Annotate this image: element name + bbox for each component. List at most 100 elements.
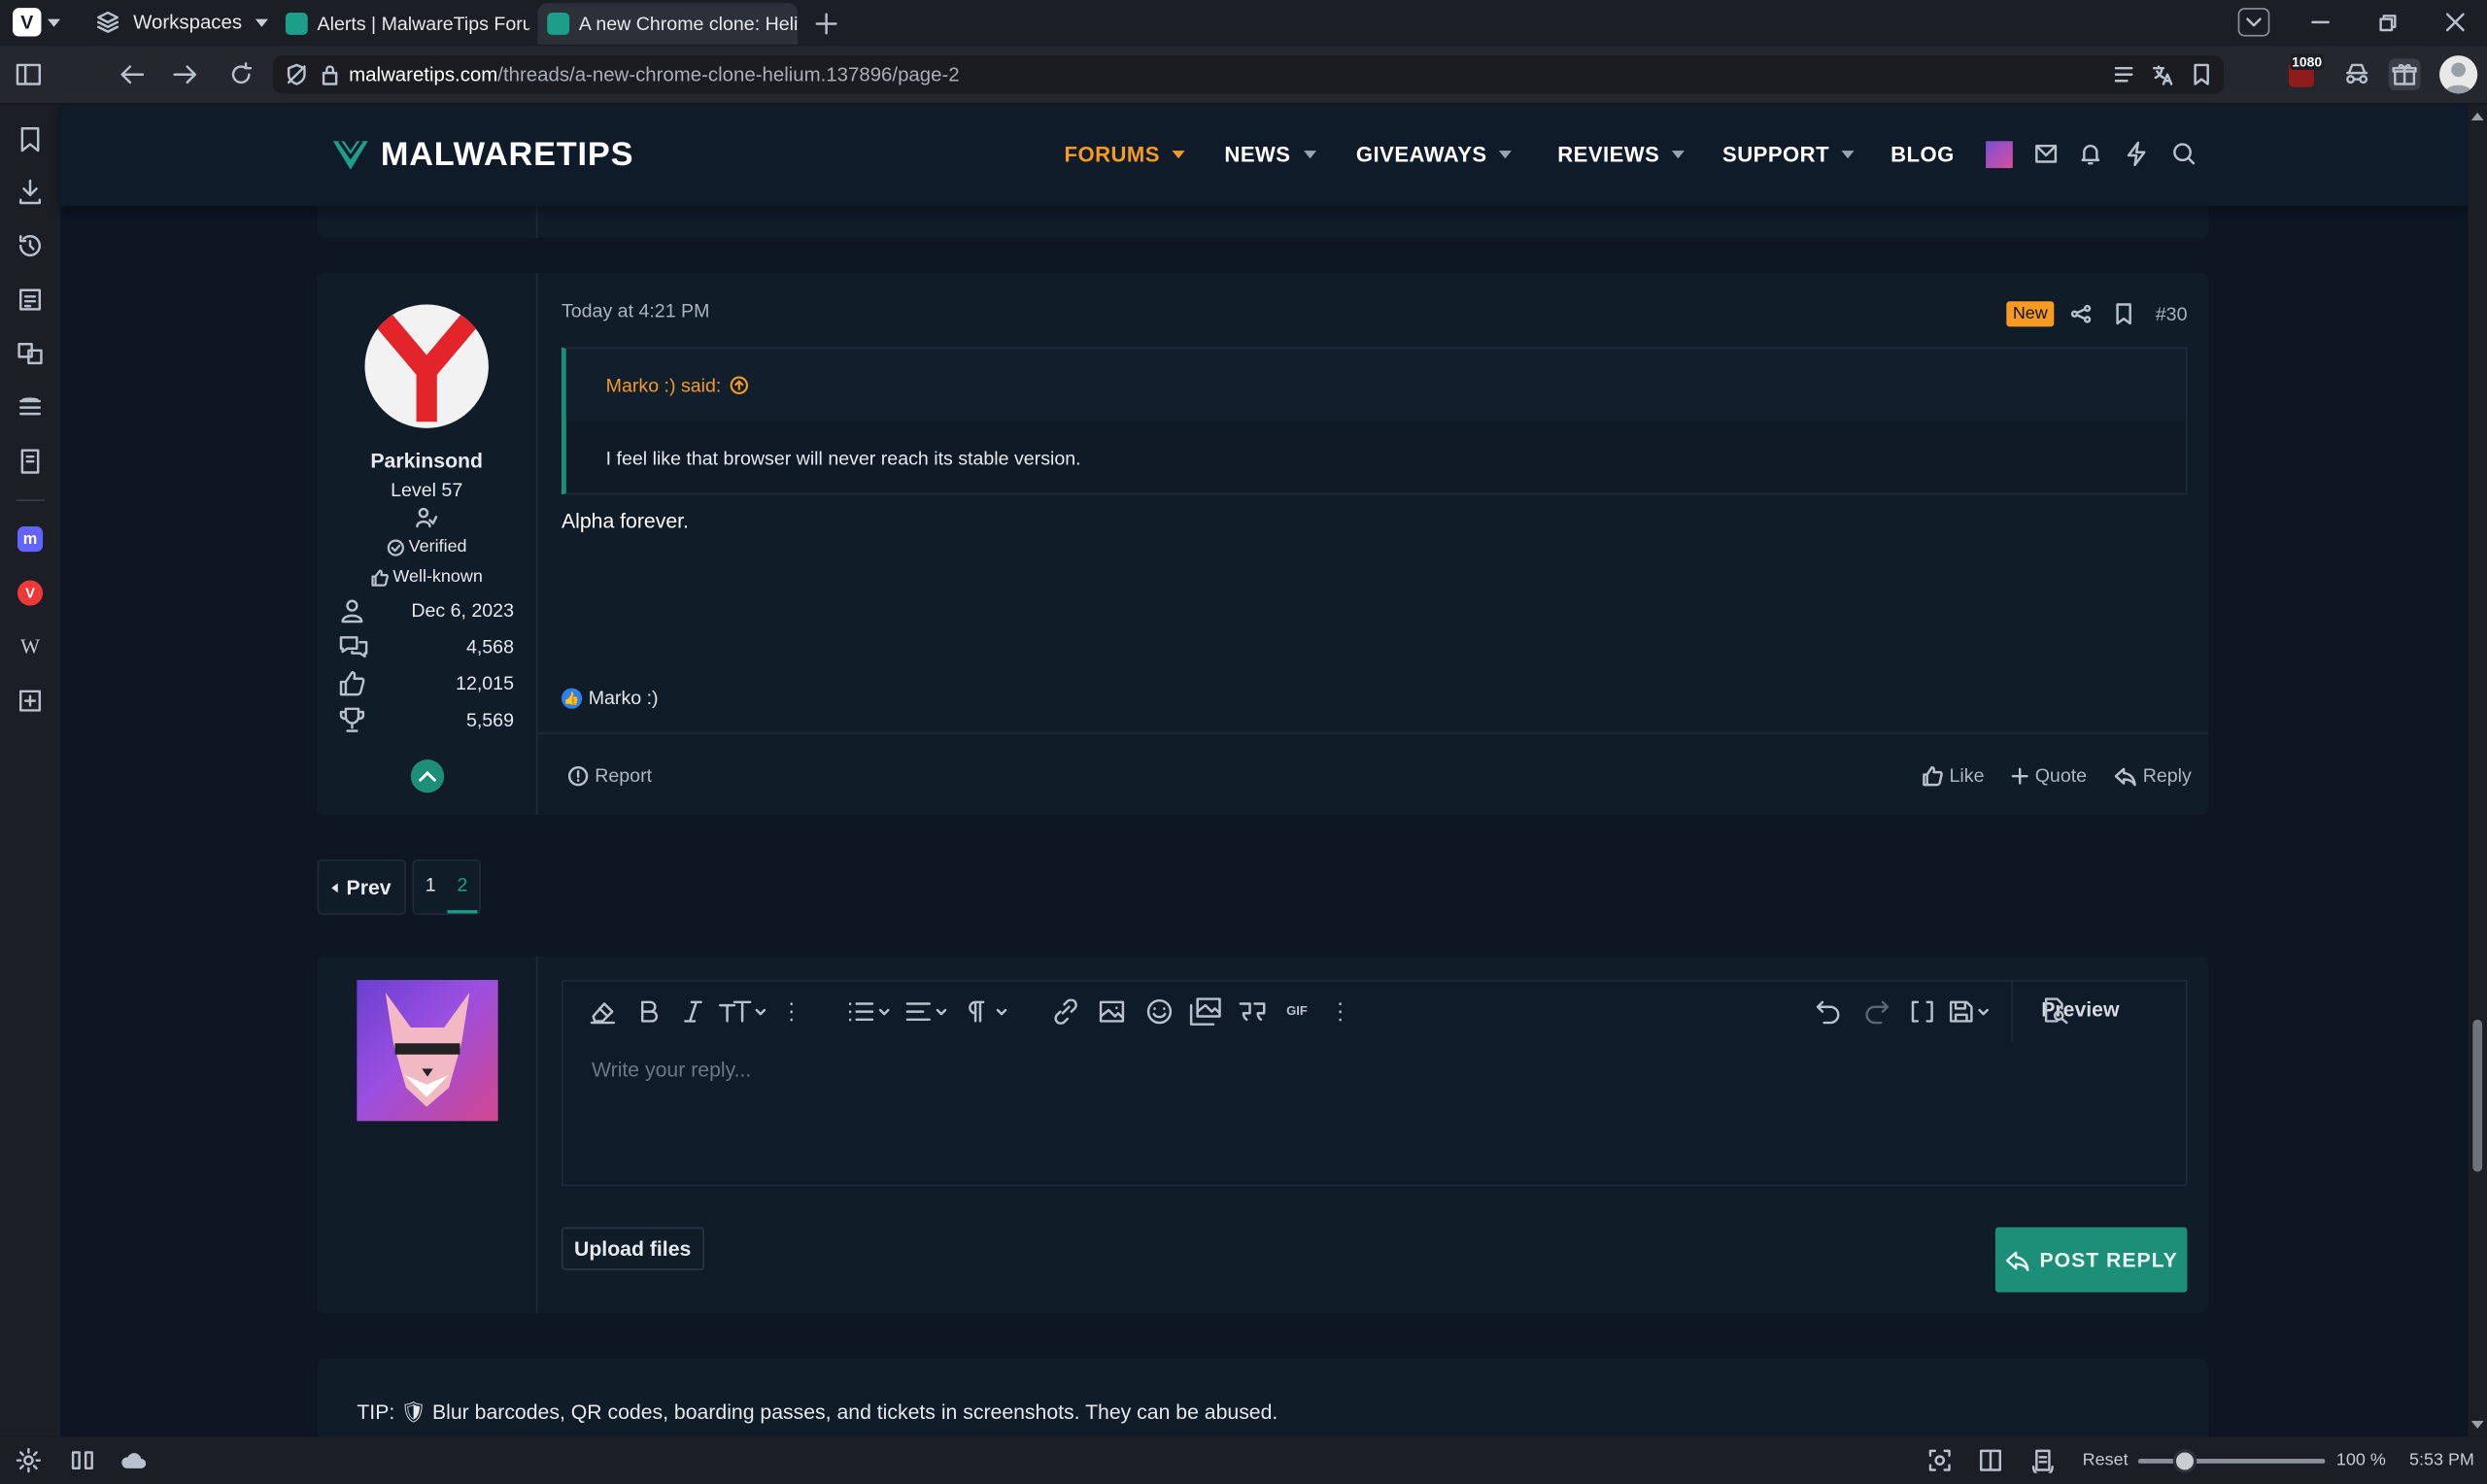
- nav-giveaways[interactable]: GIVEAWAYS: [1356, 143, 1513, 166]
- inbox-icon[interactable]: [2033, 141, 2059, 166]
- page-actions-icon[interactable]: [2030, 1448, 2056, 1473]
- whats-new-lightning-icon[interactable]: [2124, 141, 2149, 167]
- scrollbar-thumb[interactable]: [2472, 1019, 2483, 1172]
- vivaldi-panel-icon[interactable]: V: [17, 580, 44, 606]
- back-icon[interactable]: [118, 62, 146, 87]
- scroll-down-arrow-icon[interactable]: [2470, 1420, 2484, 1431]
- redo-icon[interactable]: [1862, 999, 1891, 1025]
- page-tiling-icon[interactable]: [1978, 1448, 2003, 1473]
- author-avatar[interactable]: [364, 304, 489, 428]
- post-reply-button[interactable]: POST REPLY: [1994, 1227, 2188, 1293]
- incognito-extension-icon[interactable]: [2342, 62, 2370, 87]
- reading-list-panel-icon[interactable]: [16, 393, 44, 422]
- clear-formatting-icon[interactable]: [589, 999, 617, 1025]
- restore-icon[interactable]: [2376, 11, 2399, 33]
- scroll-up-arrow-icon[interactable]: [2470, 111, 2484, 121]
- image-icon[interactable]: [1098, 999, 1126, 1025]
- report-button[interactable]: Report: [567, 764, 652, 787]
- tab-list-button[interactable]: [2237, 8, 2270, 37]
- bold-icon[interactable]: [637, 999, 660, 1025]
- settings-gear-icon[interactable]: [16, 1448, 42, 1473]
- capture-icon[interactable]: [1927, 1448, 1953, 1473]
- mastodon-panel-icon[interactable]: m: [17, 526, 44, 553]
- link-icon[interactable]: [1051, 998, 1079, 1025]
- add-panel-icon[interactable]: [16, 687, 44, 715]
- wikipedia-panel-icon[interactable]: W: [16, 634, 44, 659]
- drafts-icon[interactable]: [1948, 999, 1995, 1025]
- share-icon[interactable]: [2070, 303, 2093, 325]
- notes-panel-icon[interactable]: [16, 286, 44, 314]
- page-scrollbar[interactable]: [2468, 104, 2487, 1437]
- tab-alerts[interactable]: Alerts | MalwareTips Forum: [276, 3, 529, 44]
- paragraph-icon[interactable]: [965, 999, 1009, 1025]
- nav-reviews[interactable]: REVIEWS: [1557, 143, 1686, 166]
- bookmark-icon[interactable]: [2114, 303, 2133, 325]
- forward-icon[interactable]: [171, 62, 199, 87]
- reader-view-icon[interactable]: [2113, 65, 2135, 84]
- extensions-button[interactable]: [2388, 58, 2421, 91]
- user-avatar-small[interactable]: [1986, 141, 2013, 169]
- profile-avatar[interactable]: [2439, 55, 2478, 94]
- upload-files-button[interactable]: Upload files: [561, 1227, 704, 1270]
- page-2-current[interactable]: 2: [447, 874, 477, 896]
- url-field[interactable]: malwaretips.com/threads/a-new-chrome-clo…: [272, 55, 2224, 94]
- reply-textarea[interactable]: Write your reply...: [563, 1043, 2186, 1184]
- more-vertical-icon[interactable]: [787, 999, 797, 1025]
- reload-icon[interactable]: [226, 62, 255, 87]
- nav-news[interactable]: NEWS: [1224, 143, 1316, 166]
- author-name[interactable]: Parkinsond: [318, 449, 536, 472]
- font-size-icon[interactable]: [718, 999, 767, 1025]
- align-icon[interactable]: [904, 999, 949, 1025]
- window-panel-icon[interactable]: [16, 447, 44, 475]
- media-gallery-icon[interactable]: [1189, 997, 1221, 1026]
- workspaces-button[interactable]: Workspaces: [95, 8, 268, 36]
- quote-author[interactable]: Marko :) said:: [606, 374, 748, 396]
- zoom-reset-button[interactable]: Reset: [2083, 1451, 2129, 1470]
- prev-page-button[interactable]: Prev: [317, 859, 406, 916]
- gif-icon[interactable]: GIF: [1286, 1003, 1308, 1018]
- search-icon[interactable]: [2171, 141, 2197, 166]
- reply-button[interactable]: Reply: [2114, 764, 2192, 787]
- emoji-icon[interactable]: [1145, 998, 1174, 1025]
- nav-blog[interactable]: BLOG: [1891, 143, 1955, 166]
- current-user-avatar[interactable]: [357, 979, 498, 1122]
- alerts-bell-icon[interactable]: [2078, 141, 2103, 166]
- nav-support[interactable]: SUPPORT: [1722, 143, 1856, 166]
- post-number[interactable]: #30: [2156, 303, 2188, 325]
- scroll-top-button[interactable]: [410, 759, 445, 793]
- history-panel-icon[interactable]: [16, 231, 44, 259]
- like-button[interactable]: Like: [1923, 764, 1984, 787]
- zoom-slider[interactable]: [2137, 1449, 2326, 1473]
- post-timestamp[interactable]: Today at 4:21 PM: [562, 300, 709, 322]
- vivaldi-menu-button[interactable]: V: [13, 8, 67, 37]
- blockquote-icon[interactable]: [1237, 999, 1269, 1025]
- bookmark-icon[interactable]: [2192, 63, 2211, 85]
- minimize-icon[interactable]: [2309, 11, 2332, 33]
- bbcode-toggle-icon[interactable]: [1910, 999, 1935, 1025]
- tab-tiling-icon[interactable]: [70, 1448, 95, 1473]
- italic-icon[interactable]: [684, 999, 703, 1025]
- nav-forums[interactable]: FORUMS: [1065, 143, 1186, 166]
- translate-panel-icon[interactable]: [16, 339, 44, 367]
- reputation-label: Well-known: [392, 567, 483, 588]
- sync-cloud-icon[interactable]: [119, 1448, 147, 1473]
- site-logo[interactable]: MALWARETIPS: [330, 133, 634, 178]
- caret-down-icon: [1672, 151, 1686, 159]
- tab-helium-thread[interactable]: A new Chrome clone: Helium: [537, 3, 799, 45]
- bookmarks-panel-icon[interactable]: [16, 125, 44, 153]
- preview-button[interactable]: Preview: [2041, 996, 2119, 1024]
- more-vertical-icon[interactable]: [1336, 999, 1346, 1025]
- zoom-slider-thumb[interactable]: [2172, 1449, 2197, 1473]
- quote-button[interactable]: Quote: [2011, 764, 2087, 787]
- translate-icon[interactable]: [2151, 63, 2173, 85]
- new-tab-icon[interactable]: [814, 11, 839, 36]
- reactions-bar[interactable]: 👍 Marko :): [561, 687, 659, 709]
- close-icon[interactable]: [2444, 11, 2467, 33]
- list-icon[interactable]: [847, 999, 892, 1025]
- panel-toggle-icon[interactable]: [15, 62, 43, 87]
- undo-icon[interactable]: [1815, 999, 1843, 1025]
- page-1-link[interactable]: 1: [416, 874, 446, 896]
- downloads-panel-icon[interactable]: [16, 178, 44, 206]
- tracker-blocker-icon[interactable]: [286, 63, 308, 85]
- nav-label: GIVEAWAYS: [1355, 142, 1487, 167]
